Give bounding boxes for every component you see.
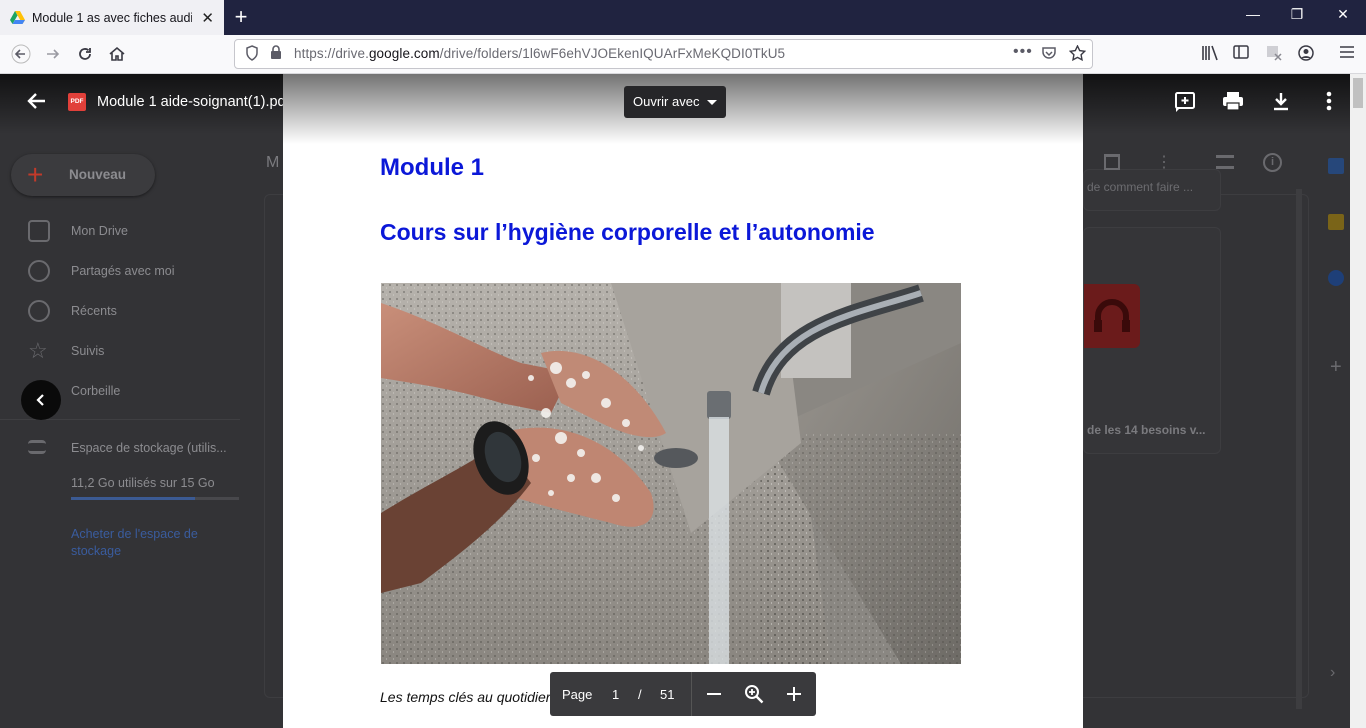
bookmark-star-icon[interactable] — [1068, 44, 1087, 64]
restore-icon[interactable]: ❐ — [1274, 6, 1320, 23]
storage-bar-fill — [71, 497, 196, 500]
more-vert-icon[interactable]: ⋮ — [1156, 152, 1172, 172]
drive-scrollbar[interactable] — [1296, 189, 1302, 709]
sidebar-item-storage[interactable]: Espace de stockage (utilis... — [71, 441, 227, 455]
reload-icon[interactable] — [72, 41, 98, 67]
sidebar-item-shared[interactable]: Partagés avec moi — [71, 264, 175, 278]
url-text: https://drive.google.com/drive/folders/1… — [294, 46, 785, 61]
shared-icon — [28, 260, 50, 282]
zoom-in-icon[interactable] — [781, 681, 807, 707]
open-with-label: Ouvrir avec — [633, 94, 700, 109]
page-label: Page — [562, 687, 593, 702]
url-path: /drive/folders/1l6wF6ehVJOEkenIQUArFxMeK… — [439, 46, 786, 61]
menu-hamburger-icon[interactable] — [1339, 45, 1355, 63]
list-view-icon[interactable] — [1216, 155, 1234, 169]
extension-icon[interactable] — [1266, 45, 1282, 65]
sidebar-item-my-drive[interactable]: Mon Drive — [71, 224, 128, 238]
browser-tab-active[interactable]: Module 1 as avec fiches audio ✕ — [0, 0, 224, 35]
pocket-icon[interactable] — [1041, 45, 1057, 64]
star-icon: ☆ — [28, 338, 48, 363]
back-arrow-icon[interactable] — [26, 90, 48, 118]
handwashing-photo — [381, 283, 961, 664]
keep-icon[interactable] — [1328, 214, 1344, 230]
google-drive-icon — [10, 11, 25, 24]
tab-close-icon[interactable]: ✕ — [201, 9, 214, 27]
library-icon[interactable] — [1201, 45, 1219, 65]
minimize-icon[interactable]: — — [1230, 6, 1276, 22]
back-icon[interactable] — [8, 41, 34, 67]
new-button[interactable]: + Nouveau — [11, 154, 155, 196]
tab-title: Module 1 as avec fiches audio — [32, 10, 192, 25]
page-navigation-toolbar: Page 1 / 51 — [550, 672, 816, 716]
sidebar-item-trash[interactable]: Corbeille — [71, 384, 120, 398]
storage-bar — [71, 497, 239, 500]
document-subheading: Cours sur l’hygiène corporelle et l’auto… — [380, 219, 875, 245]
file-card[interactable]: de les 14 besoins v... — [1083, 227, 1221, 454]
chevron-right-icon[interactable]: › — [1330, 664, 1335, 682]
file-card-name: de comment faire ... — [1087, 180, 1194, 194]
more-actions-icon[interactable] — [1317, 91, 1341, 115]
my-drive-icon — [28, 220, 50, 242]
file-card-name: de les 14 besoins v... — [1087, 423, 1206, 437]
sidebar-item-starred[interactable]: Suivis — [71, 344, 104, 358]
url-domain: google.com — [368, 46, 440, 61]
calendar-icon[interactable] — [1328, 158, 1344, 174]
page-actions-icon[interactable]: ••• — [1013, 43, 1033, 61]
pdf-file-icon: PDF — [68, 93, 86, 111]
add-comment-icon[interactable] — [1173, 91, 1197, 115]
document-heading: Module 1 — [380, 154, 485, 181]
plus-icon: + — [27, 159, 44, 190]
info-icon[interactable]: i — [1263, 153, 1282, 172]
photo-caption: Les temps clés au quotidier — [380, 689, 551, 705]
account-icon[interactable] — [1298, 45, 1314, 65]
forward-icon[interactable] — [40, 41, 66, 67]
buy-storage-link[interactable]: Acheter de l'espace de stockage — [71, 526, 221, 560]
download-icon[interactable] — [1269, 91, 1293, 115]
main-header: M — [266, 154, 280, 171]
trash-icon[interactable] — [1104, 154, 1120, 170]
url-prefix: https://drive. — [294, 46, 369, 61]
chevron-down-icon — [707, 100, 717, 105]
file-card[interactable]: de comment faire ... — [1083, 169, 1221, 211]
home-icon[interactable] — [104, 41, 130, 67]
audio-file-icon — [1084, 284, 1140, 348]
lock-icon[interactable] — [270, 45, 282, 63]
url-bar[interactable]: https://drive.google.com/drive/folders/1… — [234, 39, 1093, 69]
pdf-page: Ouvrir avec Module 1 Cours sur l’hygiène… — [283, 74, 1083, 728]
add-addon-icon[interactable]: + — [1330, 356, 1342, 379]
shield-icon[interactable] — [245, 45, 259, 64]
sidebar-toggle-icon[interactable] — [1233, 45, 1249, 63]
page-scrollbar[interactable] — [1350, 74, 1366, 728]
zoom-fit-icon[interactable] — [741, 681, 767, 707]
tasks-icon[interactable] — [1328, 270, 1344, 286]
browser-titlebar: Module 1 as avec fiches audio ✕ + — ❐ ✕ — [0, 0, 1366, 35]
open-with-button[interactable]: Ouvrir avec — [624, 86, 726, 118]
new-tab-icon[interactable]: + — [230, 4, 252, 30]
viewer-file-title: Module 1 aide-soignant(1).pdf — [97, 94, 290, 110]
page-separator: / — [638, 687, 642, 702]
sidebar-item-recent[interactable]: Récents — [71, 304, 117, 318]
chevron-left-icon[interactable] — [21, 380, 61, 420]
scrollbar-thumb[interactable] — [1353, 78, 1363, 108]
page-total: 51 — [660, 687, 675, 702]
storage-icon — [28, 440, 46, 454]
browser-navbar: https://drive.google.com/drive/folders/1… — [0, 35, 1366, 74]
print-icon[interactable] — [1221, 91, 1245, 115]
clock-icon — [28, 300, 50, 322]
window-close-icon[interactable]: ✕ — [1320, 6, 1366, 23]
storage-usage-text: 11,2 Go utilisés sur 15 Go — [71, 476, 215, 490]
page-current-input[interactable]: 1 — [612, 687, 619, 702]
toolbar-divider — [691, 672, 692, 716]
zoom-out-icon[interactable] — [701, 681, 727, 707]
new-button-label: Nouveau — [69, 167, 127, 182]
